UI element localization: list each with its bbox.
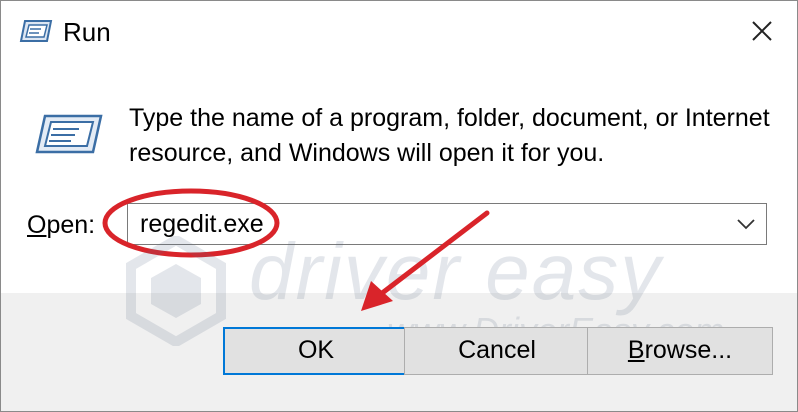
run-dialog: Run Type the name of a program, folder, … (0, 0, 798, 412)
title-bar[interactable]: Run (1, 1, 797, 63)
open-label-accelerator: O (27, 211, 47, 239)
browse-accelerator: B (627, 336, 645, 364)
open-input[interactable]: regedit.exe (140, 206, 264, 242)
browse-label: rowse... (644, 336, 733, 364)
run-dialog-icon (19, 17, 53, 45)
window-title: Run (63, 17, 111, 47)
open-label: Open: (27, 207, 95, 243)
run-program-icon (33, 113, 103, 155)
close-button[interactable] (727, 1, 797, 61)
cancel-button[interactable]: Cancel (404, 327, 590, 375)
browse-button[interactable]: Browse... (587, 327, 773, 375)
dropdown-button[interactable] (726, 204, 766, 244)
description-line-1: Type the name of a program, folder, docu… (129, 104, 770, 132)
description-line-2: resource, and Windows will open it for y… (129, 139, 605, 167)
chevron-down-icon (737, 219, 755, 230)
open-combobox[interactable]: regedit.exe (127, 203, 767, 245)
open-label-text: pen: (46, 211, 96, 239)
close-icon (752, 21, 772, 41)
ok-button[interactable]: OK (223, 327, 409, 375)
dialog-description: Type the name of a program, folder, docu… (129, 101, 770, 171)
